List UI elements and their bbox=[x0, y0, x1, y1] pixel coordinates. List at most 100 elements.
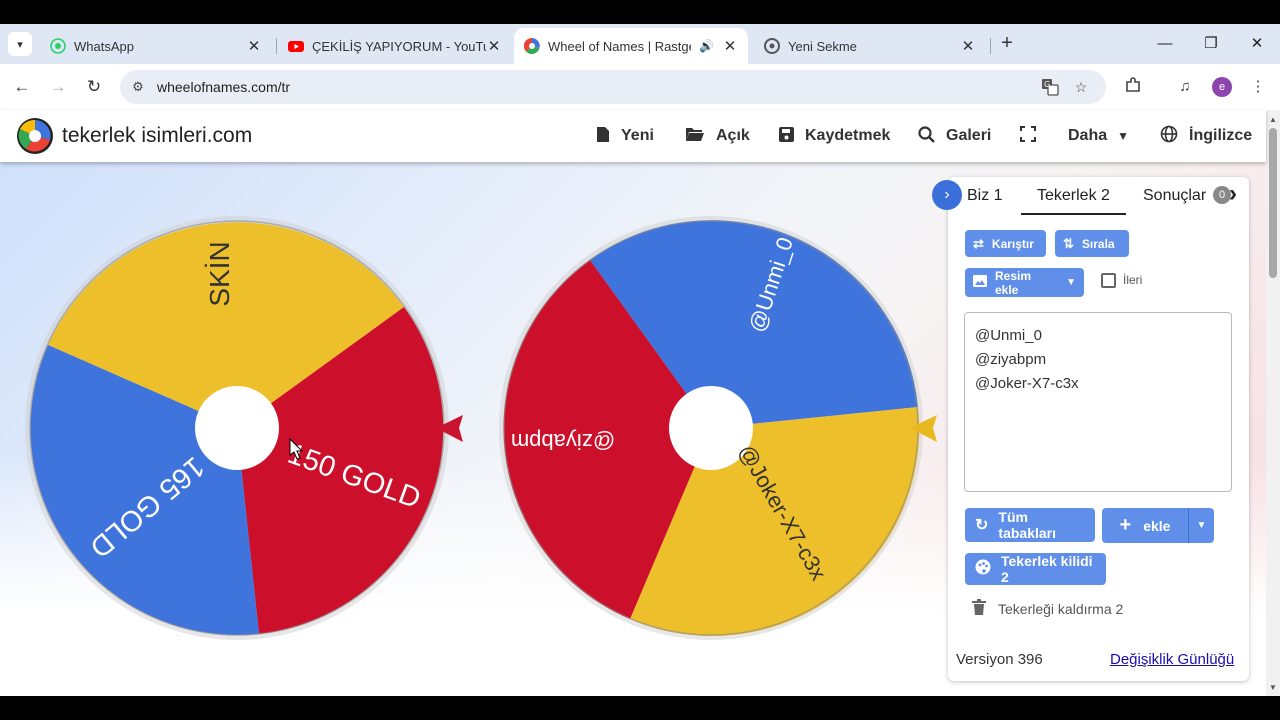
menu-new[interactable]: Yeni bbox=[596, 123, 654, 149]
menu-more[interactable]: Daha ▼ bbox=[1068, 123, 1129, 149]
shuffle-icon: ⇄ bbox=[973, 235, 984, 251]
translate-icon[interactable]: G bbox=[1041, 78, 1059, 96]
more-menu-icon[interactable]: ⋮ bbox=[1247, 76, 1269, 98]
remove-wheel-button[interactable]: Tekerleği kaldırma 2 bbox=[972, 599, 1123, 619]
panel-tabs: › Biz 1 Tekerlek 2 Sonuçlar 0 › bbox=[932, 177, 1249, 215]
wheelofnames-icon bbox=[524, 38, 540, 54]
entries-textarea[interactable]: @Unmi_0 @ziyabpm @Joker-X7-c3x bbox=[964, 312, 1232, 492]
close-icon: ✕ bbox=[1250, 35, 1264, 52]
menu-language[interactable]: İngilizce bbox=[1160, 123, 1252, 149]
wheel-1-label-skin: SKİN bbox=[204, 241, 235, 306]
tab-youtube[interactable]: ÇEKİLİŞ YAPIYORUM - YouTube ✕ bbox=[278, 28, 512, 64]
site-brand[interactable]: tekerlek isimleri.com bbox=[62, 124, 252, 148]
menu-gallery[interactable]: Galeri bbox=[918, 123, 991, 149]
close-icon[interactable]: ✕ bbox=[486, 37, 502, 55]
tab-title: Yeni Sekme bbox=[788, 38, 857, 54]
entry-line: @Joker-X7-c3x bbox=[975, 375, 1079, 392]
menu-open[interactable]: Açık bbox=[685, 123, 750, 149]
back-button[interactable]: ← bbox=[10, 75, 34, 99]
browser-toolbar: ← → ↻ ⚙ wheelofnames.com/tr G ☆ ♫ e ⋮ bbox=[0, 64, 1280, 110]
close-icon[interactable]: ✕ bbox=[960, 37, 976, 55]
add-image-label: Resim ekle bbox=[995, 268, 1032, 297]
arrow-left-icon: ← bbox=[13, 77, 31, 96]
tab-separator bbox=[990, 38, 991, 54]
shuffle-label: Karıştır bbox=[991, 236, 1034, 251]
menu-save[interactable]: Kaydetmek bbox=[779, 123, 890, 149]
close-icon[interactable]: ✕ bbox=[246, 37, 262, 55]
minimize-button[interactable]: — bbox=[1142, 30, 1188, 58]
chevron-down-icon: ▾ bbox=[17, 38, 23, 51]
tab-title: ÇEKİLİŞ YAPIYORUM - YouTube bbox=[312, 38, 486, 54]
arrow-right-icon: → bbox=[49, 77, 67, 96]
tab-whatsapp[interactable]: WhatsApp ✕ bbox=[40, 28, 272, 64]
tab-wheel-1[interactable]: Biz 1 bbox=[967, 187, 1003, 205]
entries-panel: › Biz 1 Tekerlek 2 Sonuçlar 0 › ⇄ Karışt… bbox=[932, 177, 1249, 681]
tab-results[interactable]: Sonuçlar bbox=[1143, 187, 1206, 205]
add-image-button[interactable]: Resim ekle ▼ bbox=[965, 268, 1084, 297]
sort-button[interactable]: ⇅ Sırala bbox=[1055, 230, 1129, 257]
whatsapp-icon bbox=[50, 38, 66, 54]
new-tab-button[interactable]: + bbox=[995, 32, 1019, 56]
scroll-up-icon[interactable]: ▲ bbox=[1269, 115, 1277, 124]
palette-icon bbox=[975, 559, 991, 580]
wheel-lock-button[interactable]: Tekerlek kilidi 2 bbox=[965, 553, 1106, 585]
tab-wheel-of-names[interactable]: Wheel of Names | Rastgele 🔊 ✕ bbox=[514, 28, 748, 64]
changelog-link[interactable]: Değişiklik Günlüğü bbox=[1110, 651, 1234, 668]
chevron-right-icon: › bbox=[944, 186, 950, 203]
plus-icon: + bbox=[1001, 32, 1013, 54]
entry-line: @ziyabpm bbox=[975, 351, 1047, 368]
reload-icon: ↻ bbox=[86, 77, 102, 96]
menu-label: Daha bbox=[1068, 127, 1108, 144]
menu-label: İngilizce bbox=[1189, 127, 1253, 144]
tab-wheel-2[interactable]: Tekerlek 2 bbox=[1021, 187, 1126, 215]
site-info-icon[interactable]: ⚙ bbox=[129, 78, 147, 96]
chevron-right-icon[interactable]: › bbox=[1229, 180, 1237, 208]
scrollbar-thumb[interactable] bbox=[1269, 128, 1277, 278]
all-sheets-button[interactable]: ↻ Tüm tabakları bbox=[965, 508, 1095, 542]
remove-wheel-label: Tekerleği kaldırma 2 bbox=[998, 601, 1124, 617]
globe-icon bbox=[1160, 125, 1178, 147]
forward-button[interactable]: → bbox=[46, 75, 70, 99]
image-icon bbox=[973, 275, 987, 290]
file-icon bbox=[596, 126, 610, 147]
add-dropdown-button[interactable]: ▼ bbox=[1189, 508, 1214, 543]
entry-line: @Unmi_0 bbox=[975, 327, 1042, 344]
tab-search-button[interactable]: ▾ bbox=[8, 32, 32, 56]
sort-label: Sırala bbox=[1081, 236, 1115, 251]
plus-icon: + bbox=[1119, 514, 1132, 536]
scroll-down-icon[interactable]: ▼ bbox=[1269, 683, 1277, 692]
collapse-panel-button[interactable]: › bbox=[932, 180, 962, 210]
wheels-canvas[interactable]: SKİN 150 GOLD 165 GOLD @Unmi_0 @Joker-X7… bbox=[0, 162, 940, 696]
youtube-icon bbox=[288, 38, 304, 54]
menu-fullscreen[interactable] bbox=[1020, 123, 1036, 149]
extensions-icon[interactable] bbox=[1122, 76, 1144, 98]
close-icon[interactable]: ✕ bbox=[722, 37, 738, 55]
page-scrollbar[interactable]: ▲ ▼ bbox=[1266, 110, 1280, 696]
speaker-icon[interactable]: 🔊 bbox=[699, 39, 714, 53]
main-area: SKİN 150 GOLD 165 GOLD @Unmi_0 @Joker-X7… bbox=[0, 162, 1266, 696]
site-header: tekerlek isimleri.com Yeni Açık Kaydetme… bbox=[0, 110, 1266, 162]
wheel-2[interactable]: @Unmi_0 @Joker-X7-c3x @ziyabpm bbox=[499, 216, 937, 640]
reload-button[interactable]: ↻ bbox=[82, 75, 106, 99]
star-icon[interactable]: ☆ bbox=[1072, 78, 1090, 96]
address-bar[interactable]: ⚙ wheelofnames.com/tr G ☆ bbox=[120, 70, 1106, 104]
caret-down-icon: ▼ bbox=[1196, 520, 1207, 531]
restore-icon: ❐ bbox=[1204, 35, 1218, 52]
folder-open-icon bbox=[685, 126, 705, 146]
menu-label: Kaydetmek bbox=[805, 127, 891, 144]
shuffle-button[interactable]: ⇄ Karıştır bbox=[965, 230, 1046, 257]
tab-new-tab[interactable]: Yeni Sekme ✕ bbox=[754, 28, 986, 64]
site-logo[interactable] bbox=[16, 117, 54, 155]
restore-button[interactable]: ❐ bbox=[1188, 30, 1234, 58]
advanced-label: İleri bbox=[1123, 273, 1143, 287]
media-controls-icon[interactable]: ♫ bbox=[1174, 76, 1196, 98]
add-button-group: + ekle ▼ bbox=[1102, 508, 1214, 543]
add-button[interactable]: + ekle bbox=[1102, 508, 1188, 543]
wheel-1-center bbox=[195, 386, 279, 470]
wheel-1[interactable]: SKİN 150 GOLD 165 GOLD bbox=[25, 216, 463, 640]
avatar[interactable]: e bbox=[1212, 77, 1232, 97]
advanced-checkbox[interactable] bbox=[1101, 273, 1116, 288]
sort-icon: ⇅ bbox=[1063, 235, 1074, 251]
window-close-button[interactable]: ✕ bbox=[1234, 30, 1280, 58]
url-text[interactable]: wheelofnames.com/tr bbox=[157, 79, 290, 95]
